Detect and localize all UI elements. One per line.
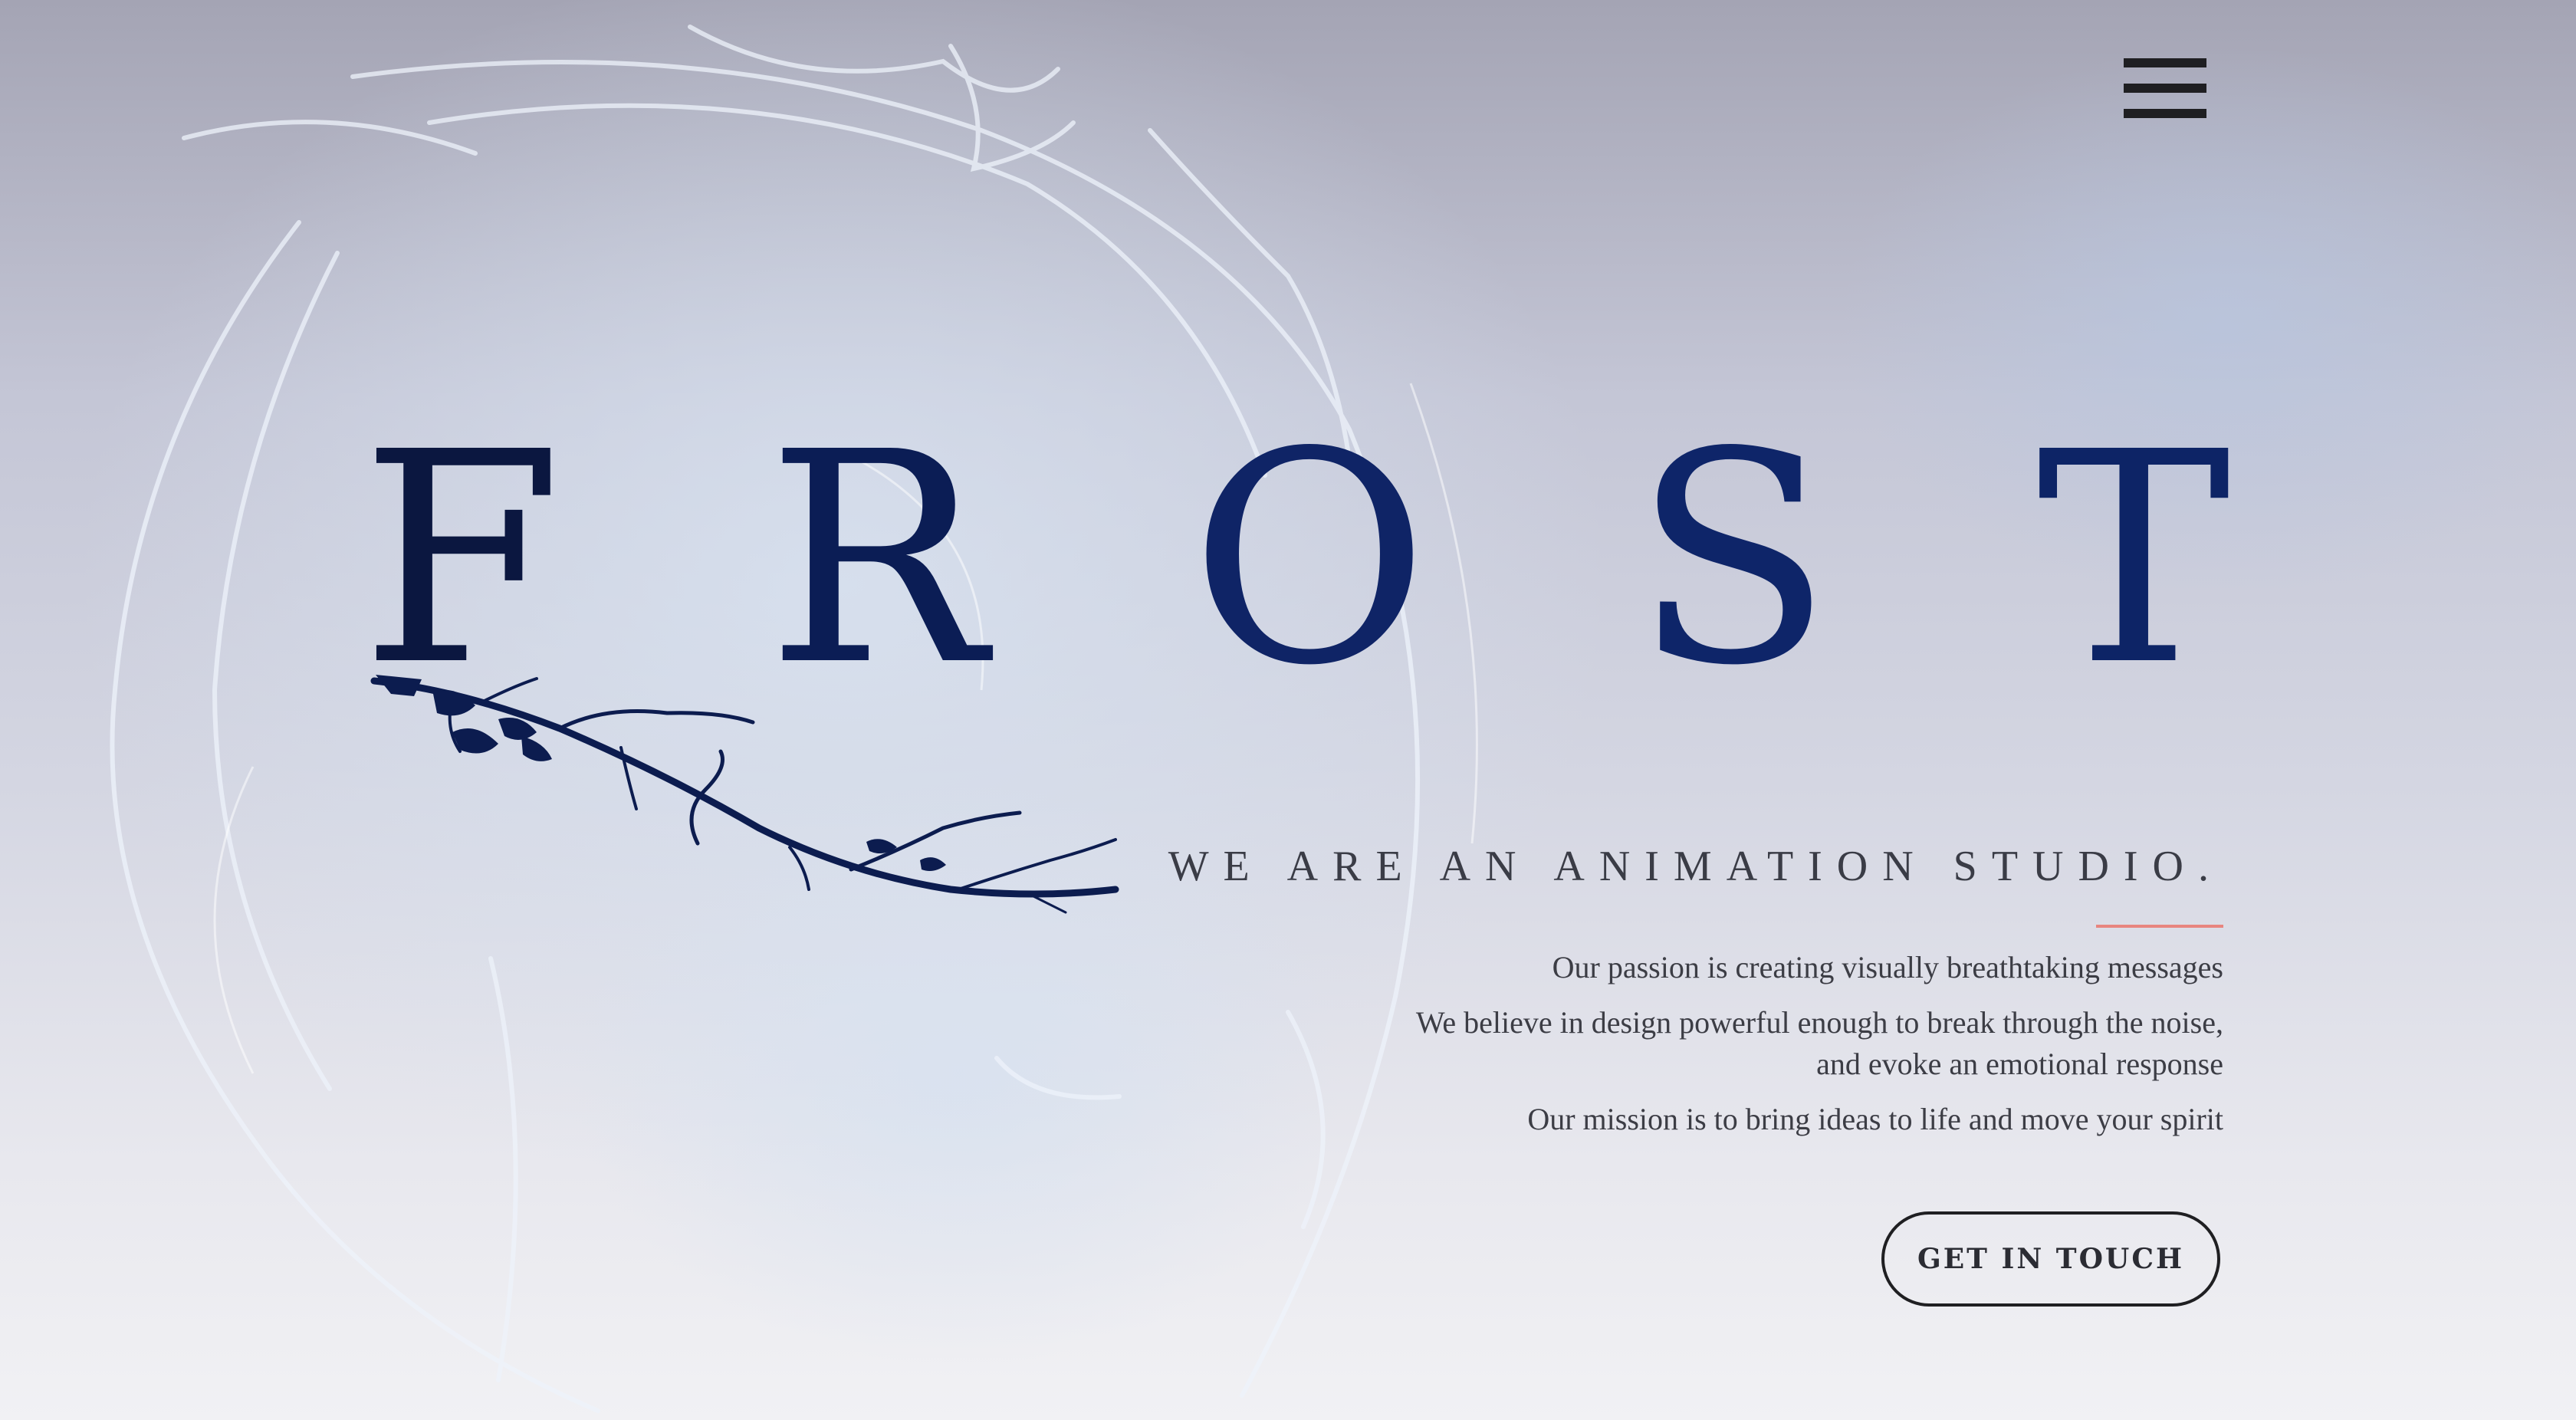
brand-letter: R bbox=[766, 390, 986, 729]
get-in-touch-button[interactable]: GET IN TOUCH bbox=[1881, 1211, 2220, 1307]
intro-paragraph: Our mission is to bring ideas to life an… bbox=[1527, 1102, 2223, 1136]
hamburger-menu-icon[interactable] bbox=[2122, 57, 2208, 120]
brand-wordmark: F R O S T bbox=[360, 390, 2231, 729]
branch-illustration bbox=[370, 675, 1119, 914]
menu-bar bbox=[2124, 109, 2206, 118]
intro-paragraph: We believe in design powerful enough to … bbox=[1415, 1005, 2223, 1081]
accent-divider bbox=[2096, 925, 2223, 928]
menu-bar bbox=[2124, 84, 2206, 93]
brand-letter: S bbox=[1632, 390, 1833, 729]
brand-letter: T bbox=[2036, 390, 2231, 729]
menu-bar bbox=[2124, 58, 2206, 67]
intro-paragraph: Our passion is creating visually breatht… bbox=[1552, 950, 2223, 984]
intro-copy: Our passion is creating visually breatht… bbox=[1380, 947, 2223, 1154]
brand-letter: O bbox=[1190, 390, 1429, 729]
studio-tagline: WE ARE AN ANIMATION STUDIO. bbox=[1168, 843, 2223, 890]
brand-letter: F bbox=[360, 390, 563, 729]
